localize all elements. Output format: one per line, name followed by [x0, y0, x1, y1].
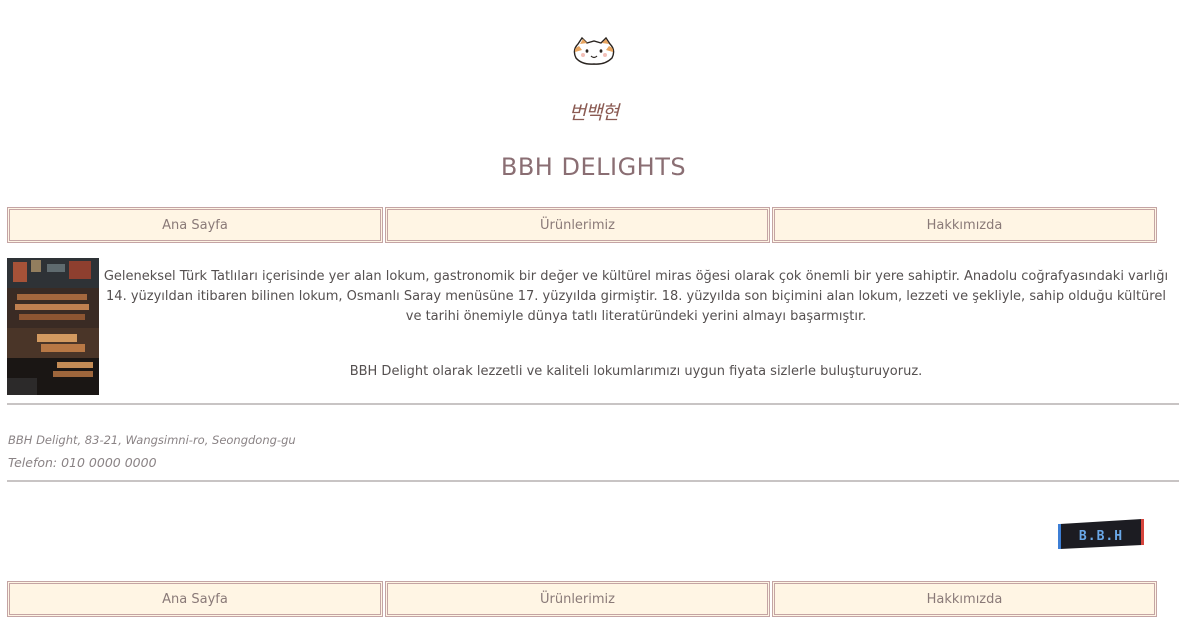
lokum-shop-photo: [7, 258, 99, 395]
nav-products-link[interactable]: Ürünlerimiz: [385, 207, 770, 243]
korean-logo-text: 번백현: [568, 102, 619, 124]
nav-about-link[interactable]: Hakkımızda: [772, 207, 1157, 243]
nav-products-link[interactable]: Ürünlerimiz: [385, 581, 770, 617]
intro-paragraph: Geleneksel Türk Tatlıları içerisinde yer…: [103, 269, 1169, 324]
nav-about-link[interactable]: Hakkımızda: [772, 581, 1157, 617]
footer-phone: Telefon: 010 0000 0000: [8, 455, 157, 470]
divider: [7, 480, 1179, 482]
bbh-badge-text: B.B.H: [1079, 529, 1123, 544]
bottom-navigation: Ana Sayfa Ürünlerimiz Hakkımızda: [7, 581, 1157, 617]
bbh-badge-logo: B.B.H: [1058, 519, 1144, 549]
site-title: BBH DELIGHTS: [500, 153, 687, 181]
top-navigation: Ana Sayfa Ürünlerimiz Hakkımızda: [7, 207, 1157, 243]
promo-paragraph: BBH Delight olarak lezzetli ve kaliteli …: [349, 364, 923, 379]
nav-home-link[interactable]: Ana Sayfa: [7, 581, 383, 617]
cat-face-icon: [573, 36, 615, 65]
page: 번백현 BBH DELIGHTS Ana Sayfa Ürünlerimiz H…: [0, 0, 1187, 624]
footer-address: BBH Delight, 83-21, Wangsimni-ro, Seongd…: [8, 433, 296, 447]
divider: [7, 403, 1179, 405]
nav-home-link[interactable]: Ana Sayfa: [7, 207, 383, 243]
